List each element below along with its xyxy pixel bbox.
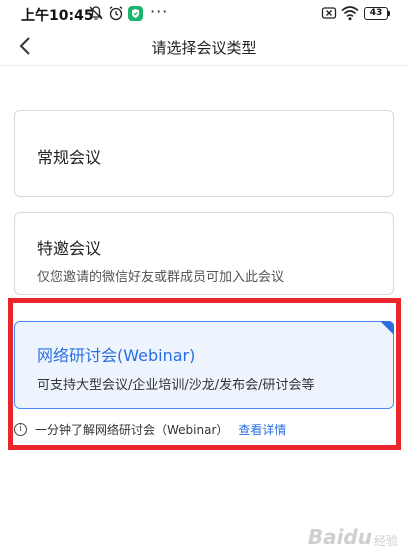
header-bar: 请选择会议类型	[0, 28, 408, 66]
view-details-link[interactable]: 查看详情	[238, 421, 286, 438]
mute-icon	[89, 6, 103, 20]
status-time: 上午10:45	[21, 8, 94, 24]
selected-corner-marker	[380, 321, 394, 335]
meeting-type-title: 网络研讨会(Webinar)	[37, 346, 196, 365]
meeting-type-description: 可支持大型会议/企业培训/沙龙/发布会/研讨会等	[37, 378, 315, 393]
page-title: 请选择会议类型	[151, 39, 257, 57]
watermark-logo-text: Baidu	[307, 525, 372, 549]
alarm-icon	[109, 6, 123, 21]
battery-icon: 43	[364, 7, 388, 20]
meeting-type-title: 特邀会议	[37, 239, 102, 258]
status-more-dots: ···	[150, 2, 169, 21]
meeting-type-regular-card[interactable]: 常规会议	[14, 110, 394, 197]
meeting-type-invite-card[interactable]: 特邀会议 仅您邀请的微信好友或群成员可加入此会议	[14, 212, 394, 295]
shield-app-icon	[128, 6, 143, 21]
info-icon: i	[14, 422, 27, 436]
baidu-watermark: Baidu 经验	[308, 525, 398, 549]
meeting-type-webinar-card[interactable]: 网络研讨会(Webinar) 可支持大型会议/企业培训/沙龙/发布会/研讨会等	[14, 321, 394, 409]
sim-icon	[321, 7, 337, 19]
wifi-icon	[341, 6, 359, 21]
status-bar: 上午10:45 ··· 43	[0, 0, 408, 28]
watermark-sub-text: 经验	[373, 534, 398, 548]
meeting-type-title: 常规会议	[37, 148, 102, 167]
webinar-info-row: i 一分钟了解网络研讨会（Webinar） 查看详情	[14, 420, 286, 438]
battery-cap	[388, 11, 390, 16]
webinar-info-text: 一分钟了解网络研讨会（Webinar）	[35, 422, 229, 437]
meeting-type-description: 仅您邀请的微信好友或群成员可加入此会议	[37, 270, 285, 285]
